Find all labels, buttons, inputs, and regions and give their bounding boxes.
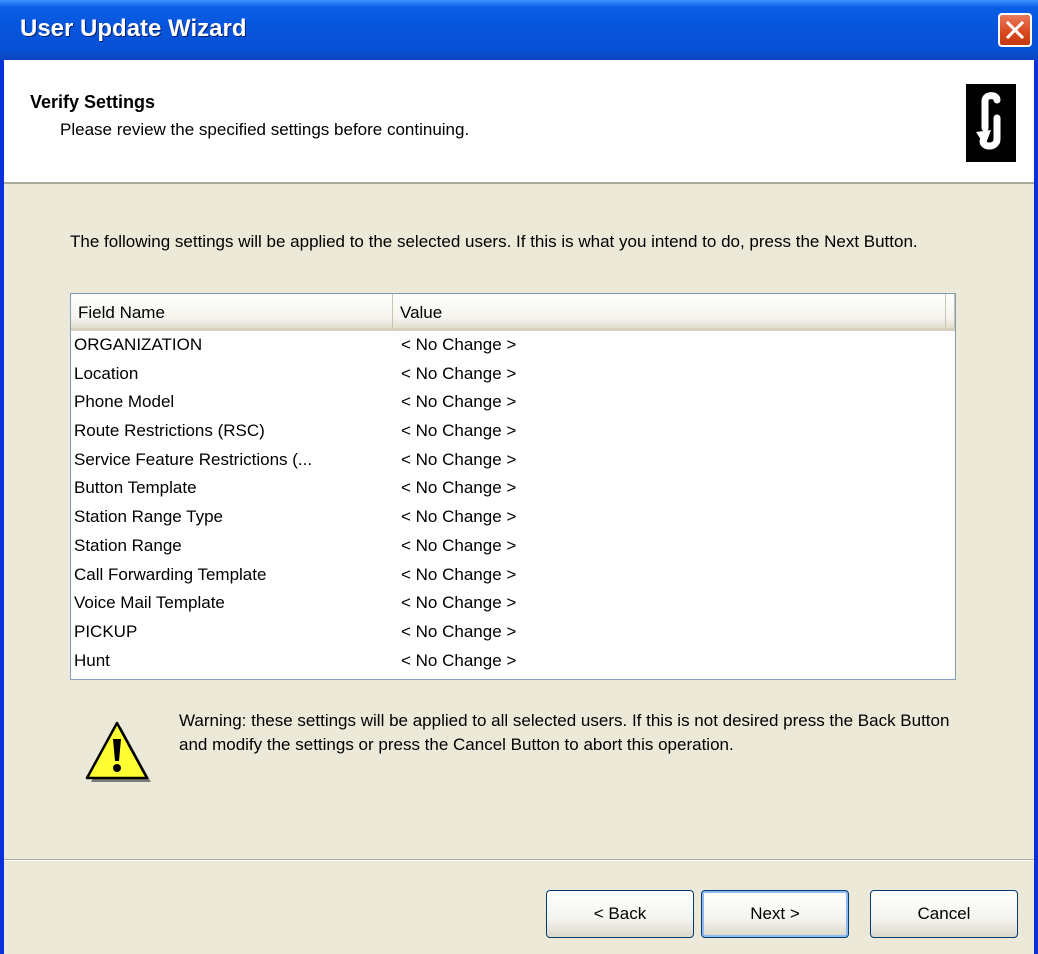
wizard-header: Verify Settings Please review the specif… — [4, 60, 1034, 184]
window-title: User Update Wizard — [20, 15, 247, 42]
value-cell: < No Change > — [401, 507, 517, 527]
field-name-cell: PICKUP — [74, 621, 138, 641]
intro-text: The following settings will be applied t… — [70, 232, 918, 251]
value-cell: < No Change > — [401, 535, 517, 555]
table-row[interactable]: Station Range < No Change > — [71, 533, 955, 562]
table-row[interactable]: Call Forwarding Template < No Change > — [71, 562, 955, 591]
app-logo-icon — [966, 84, 1016, 162]
next-button[interactable]: Next > — [701, 890, 849, 938]
column-header-value[interactable]: Value — [393, 294, 946, 331]
value-cell: < No Change > — [401, 564, 517, 584]
value-cell: < No Change > — [401, 478, 517, 498]
field-name-cell: Voice Mail Template — [74, 593, 225, 613]
value-cell: < No Change > — [401, 593, 517, 613]
wizard-window: User Update Wizard Verify Settings Pleas… — [0, 0, 1038, 954]
table-row[interactable]: Button Template < No Change > — [71, 475, 955, 504]
value-cell: < No Change > — [401, 335, 517, 354]
value-cell: < No Change > — [401, 449, 517, 469]
cancel-button[interactable]: Cancel — [870, 890, 1018, 938]
field-name-cell: Phone Model — [74, 392, 175, 412]
field-name-cell: Service Feature Restrictions (... — [74, 449, 313, 469]
value-cell: < No Change > — [401, 363, 517, 383]
table-row[interactable]: Route Restrictions (RSC) < No Change > — [71, 418, 955, 447]
back-button[interactable]: < Back — [546, 890, 694, 938]
field-name-cell: Button Template — [74, 478, 197, 498]
table-row[interactable]: PICKUP < No Change > — [71, 619, 955, 648]
warning-text: Warning: these settings will be applied … — [179, 711, 950, 754]
column-header-field-name[interactable]: Field Name — [71, 294, 393, 331]
field-name-cell: Station Range — [74, 535, 182, 555]
value-cell: < No Change > — [401, 421, 517, 441]
list-rows: ORGANIZATION < No Change > Location < No C… — [71, 332, 955, 676]
field-name-cell: Location — [74, 363, 139, 383]
value-cell: < No Change > — [401, 392, 517, 412]
field-name-cell: ORGANIZATION — [74, 335, 203, 354]
table-row[interactable]: Phone Model < No Change > — [71, 389, 955, 418]
table-row[interactable]: ORGANIZATION < No Change > — [71, 332, 955, 361]
table-row[interactable]: Service Feature Restrictions (... < No Ch… — [71, 447, 955, 476]
page-subtitle: Please review the specified settings bef… — [60, 120, 470, 139]
close-button[interactable] — [998, 13, 1032, 47]
field-name-cell: Hunt — [74, 650, 110, 670]
page-title: Verify Settings — [30, 92, 156, 112]
list-header: Field Name Value — [71, 294, 955, 331]
close-icon — [1005, 20, 1025, 40]
field-name-cell: Route Restrictions (RSC) — [74, 421, 265, 441]
footer-divider — [4, 859, 1034, 861]
table-row[interactable]: Voice Mail Template < No Change > — [71, 590, 955, 619]
value-cell: < No Change > — [401, 621, 517, 641]
field-name-cell: Call Forwarding Template — [74, 564, 267, 584]
settings-list[interactable]: Field Name Value ORGANIZATION < No Change… — [70, 293, 956, 680]
value-cell: < No Change > — [401, 650, 517, 670]
table-row[interactable]: Station Range Type < No Change > — [71, 504, 955, 533]
title-bar[interactable]: User Update Wizard — [0, 0, 1038, 60]
warning-icon — [85, 721, 151, 782]
field-name-cell: Station Range Type — [74, 507, 224, 527]
column-header-filler — [946, 294, 955, 331]
table-row[interactable]: Hunt < No Change > — [71, 648, 955, 677]
table-row[interactable]: Location < No Change > — [71, 361, 955, 390]
